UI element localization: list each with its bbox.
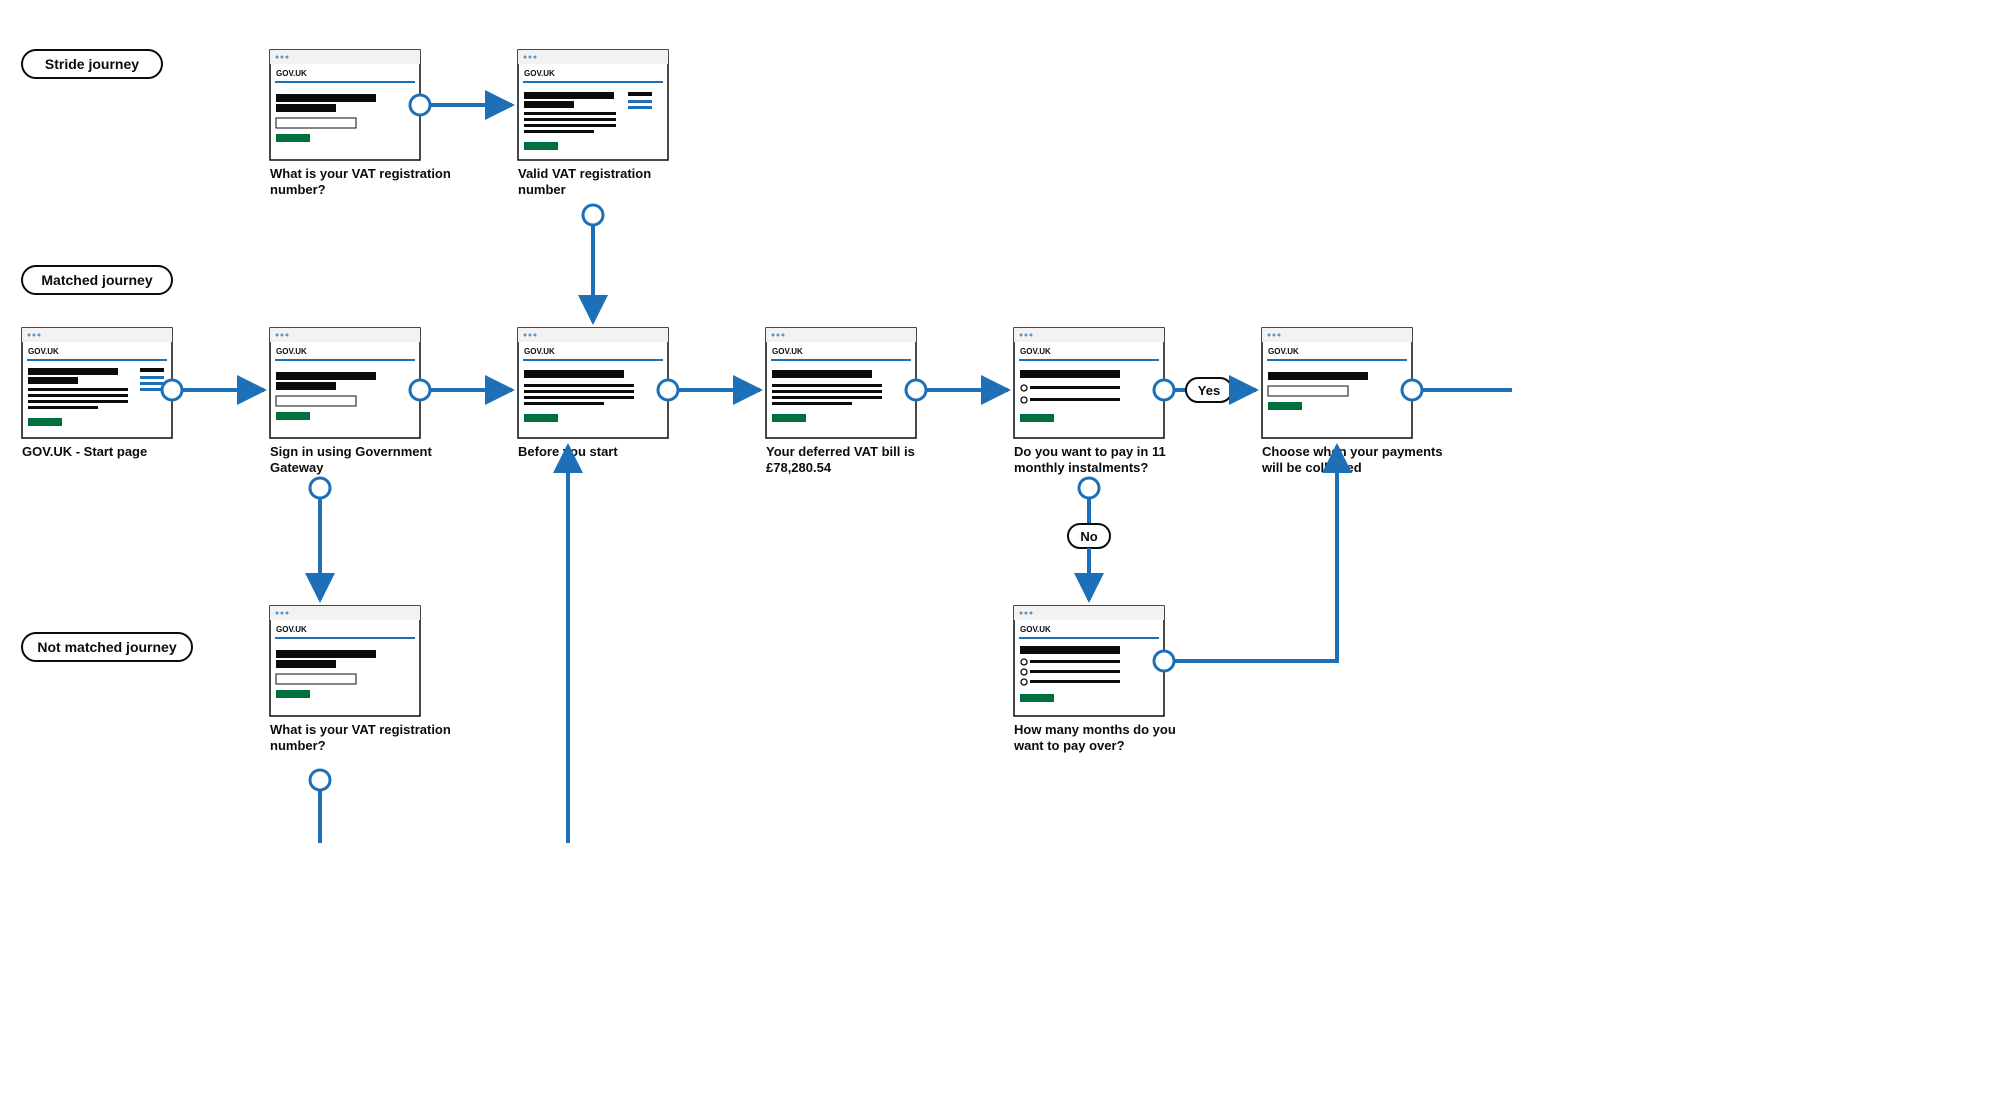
caption: Gateway bbox=[270, 460, 324, 475]
govuk-brand: GOV.UK bbox=[524, 69, 555, 78]
lane-label-stride-text: Stride journey bbox=[45, 56, 139, 72]
card-vatvalid: GOV.UK Valid VAT registration number bbox=[518, 50, 668, 197]
caption: How many months do you bbox=[1014, 722, 1176, 737]
lane-label-notmatched-text: Not matched journey bbox=[37, 639, 176, 655]
caption: Valid VAT registration bbox=[518, 166, 651, 181]
decision-yes-label: Yes bbox=[1198, 383, 1220, 398]
connector-node bbox=[1402, 380, 1422, 400]
caption: What is your VAT registration bbox=[270, 166, 451, 181]
connector-node bbox=[906, 380, 926, 400]
card-before: GOV.UK Before you start bbox=[518, 328, 668, 459]
card-choose: GOV.UK Choose when your payments will be… bbox=[1261, 328, 1443, 475]
caption: Your deferred VAT bill is bbox=[766, 444, 915, 459]
caption: will be collected bbox=[1261, 460, 1362, 475]
govuk-brand: GOV.UK bbox=[1268, 347, 1299, 356]
caption: GOV.UK - Start page bbox=[22, 444, 147, 459]
connector-node bbox=[1154, 651, 1174, 671]
govuk-brand: GOV.UK bbox=[524, 347, 555, 356]
decision-no: No bbox=[1068, 524, 1110, 548]
connector-node bbox=[658, 380, 678, 400]
card-vatq-nm: GOV.UK What is your VAT registration num… bbox=[270, 606, 451, 753]
connector-node bbox=[310, 770, 330, 790]
card-vatq-stride: GOV.UK What is your VAT registration num… bbox=[270, 50, 451, 197]
caption: number bbox=[518, 182, 566, 197]
connector-node bbox=[410, 95, 430, 115]
lane-label-stride: Stride journey bbox=[22, 50, 162, 78]
lane-label-matched-text: Matched journey bbox=[41, 272, 152, 288]
flow-diagram: Stride journey Matched journey Not match… bbox=[0, 0, 1512, 843]
connector-node bbox=[583, 205, 603, 225]
caption: Choose when your payments bbox=[1262, 444, 1443, 459]
card-bill: GOV.UK Your deferred VAT bill is £78,280… bbox=[766, 328, 916, 475]
caption: number? bbox=[270, 182, 326, 197]
lane-label-notmatched: Not matched journey bbox=[22, 633, 192, 661]
caption: want to pay over? bbox=[1013, 738, 1125, 753]
decision-no-label: No bbox=[1080, 529, 1097, 544]
caption: Sign in using Government bbox=[270, 444, 432, 459]
govuk-brand: GOV.UK bbox=[1020, 625, 1051, 634]
card-months: GOV.UK How many months do you want to pa… bbox=[1013, 606, 1176, 753]
lane-label-matched: Matched journey bbox=[22, 266, 172, 294]
card-signin: GOV.UK Sign in using Government Gateway bbox=[270, 328, 432, 475]
caption: number? bbox=[270, 738, 326, 753]
connector-node bbox=[1154, 380, 1174, 400]
govuk-brand: GOV.UK bbox=[772, 347, 803, 356]
connector-node bbox=[310, 478, 330, 498]
govuk-brand: GOV.UK bbox=[276, 625, 307, 634]
decision-yes: Yes bbox=[1186, 378, 1232, 402]
caption: £78,280.54 bbox=[766, 460, 832, 475]
govuk-brand: GOV.UK bbox=[1020, 347, 1051, 356]
caption: monthly instalments? bbox=[1014, 460, 1148, 475]
govuk-brand: GOV.UK bbox=[28, 347, 59, 356]
govuk-brand: GOV.UK bbox=[276, 69, 307, 78]
connector-node bbox=[410, 380, 430, 400]
connector bbox=[1174, 446, 1337, 661]
caption: What is your VAT registration bbox=[270, 722, 451, 737]
govuk-brand: GOV.UK bbox=[276, 347, 307, 356]
card-eleven: GOV.UK Do you want to pay in 11 monthly … bbox=[1014, 328, 1166, 475]
caption: Do you want to pay in 11 bbox=[1014, 444, 1166, 459]
connector-node bbox=[162, 380, 182, 400]
card-start: GOV.UK GOV.UK - Start page bbox=[22, 328, 172, 459]
connector-node bbox=[1079, 478, 1099, 498]
